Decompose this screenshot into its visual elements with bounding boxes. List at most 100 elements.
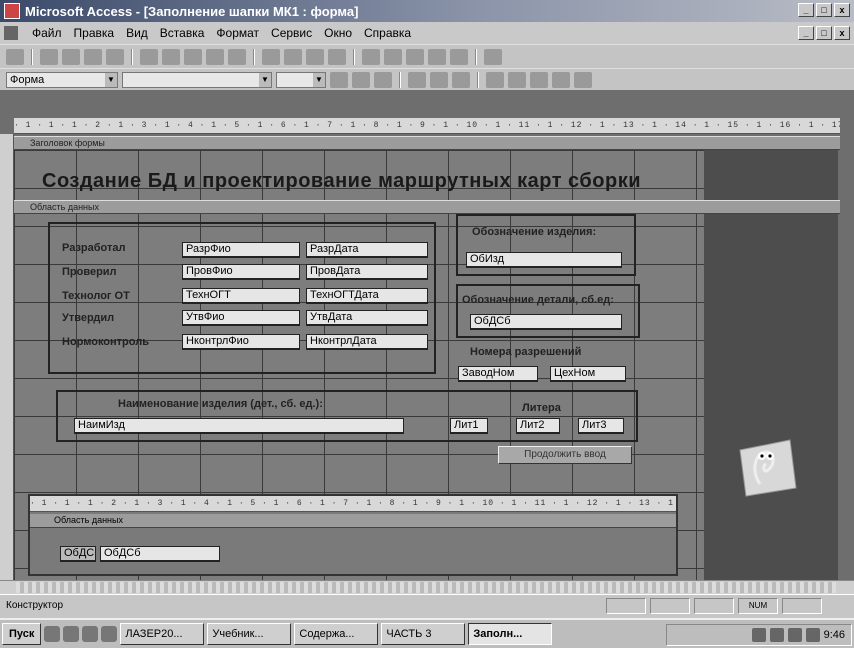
doc-maximize-button[interactable]: □ (816, 26, 832, 40)
scrollbar-thumb[interactable] (16, 582, 836, 593)
special-effect-icon[interactable] (574, 71, 592, 88)
normcontrol-label[interactable]: Нормоконтроль (62, 336, 149, 348)
title-bar[interactable]: Microsoft Access - [Заполнение шапки МК1… (0, 0, 854, 22)
product-name-label[interactable]: Наименование изделия (дет., сб. ед.): (118, 398, 323, 410)
close-button[interactable]: x (834, 3, 850, 17)
spelling-icon[interactable] (106, 48, 124, 65)
horizontal-scrollbar[interactable] (0, 580, 854, 594)
detail-section-bar[interactable]: Область данных (14, 200, 840, 214)
tehn-ogt-data-field[interactable]: ТехнОГТДата (306, 288, 428, 304)
office-assistant-icon[interactable] (720, 430, 800, 500)
chevron-down-icon[interactable]: ▼ (259, 72, 271, 87)
outlook-icon[interactable] (63, 626, 80, 642)
part-designation-label[interactable]: Обозначение детали, сб.ед: (462, 294, 614, 306)
underline-icon[interactable] (374, 71, 392, 88)
clock[interactable]: 9:46 (824, 629, 845, 641)
subform-obdsb-label[interactable]: ОбДСб (60, 546, 96, 562)
form-title-label[interactable]: Создание БД и проектирование маршрутных … (42, 170, 641, 193)
prov-fio-field[interactable]: ПровФио (182, 264, 300, 280)
horizontal-ruler[interactable]: · 1 · 1 · 1 · 2 · 1 · 3 · 1 · 4 · 1 · 5 … (14, 118, 840, 134)
subform-detail-section-bar[interactable]: Область данных (30, 514, 676, 528)
print-icon[interactable] (62, 48, 80, 65)
menu-window[interactable]: Окно (318, 26, 358, 40)
checked-label[interactable]: Проверил (62, 266, 117, 278)
help-icon[interactable] (484, 48, 502, 65)
minimize-button[interactable]: _ (798, 3, 814, 17)
tseh-nom-field[interactable]: ЦехНом (550, 366, 626, 382)
lit3-field[interactable]: Лит3 (578, 418, 624, 434)
nkontr-data-field[interactable]: НконтрлДата (306, 334, 428, 350)
italic-icon[interactable] (352, 71, 370, 88)
zavod-nom-field[interactable]: ЗаводНом (458, 366, 538, 382)
menu-file[interactable]: Файл (26, 26, 68, 40)
task-textbook[interactable]: Учебник... (207, 623, 292, 645)
builder-icon[interactable] (406, 48, 424, 65)
line-color-icon[interactable] (530, 71, 548, 88)
prov-data-field[interactable]: ПровДата (306, 264, 428, 280)
line-width-icon[interactable] (552, 71, 570, 88)
subform-control[interactable]: · 1 · 1 · 1 · 2 · 1 · 3 · 1 · 4 · 1 · 5 … (28, 494, 678, 576)
align-right-icon[interactable] (452, 71, 470, 88)
menu-format[interactable]: Формат (210, 26, 265, 40)
menu-view[interactable]: Вид (120, 26, 154, 40)
subform-obdsb-field[interactable]: ОбДСб (100, 546, 220, 562)
paste-icon[interactable] (184, 48, 202, 65)
menu-tools[interactable]: Сервис (265, 26, 318, 40)
menu-insert[interactable]: Вставка (154, 26, 211, 40)
save-icon[interactable] (40, 48, 58, 65)
start-button[interactable]: Пуск (2, 623, 42, 645)
task-laser[interactable]: ЛАЗЕР20... (120, 623, 205, 645)
task-contents[interactable]: Содержа... (294, 623, 379, 645)
litera-label[interactable]: Литера (522, 402, 561, 414)
bold-icon[interactable] (330, 71, 348, 88)
align-center-icon[interactable] (430, 71, 448, 88)
copy-icon[interactable] (162, 48, 180, 65)
database-window-icon[interactable] (428, 48, 446, 65)
nkontr-fio-field[interactable]: НконтрлФио (182, 334, 300, 350)
tehn-ogt-field[interactable]: ТехнОГТ (182, 288, 300, 304)
new-object-icon[interactable] (450, 48, 468, 65)
form-document-icon[interactable] (4, 26, 18, 40)
lit2-field[interactable]: Лит2 (516, 418, 560, 434)
toolbox-icon[interactable] (306, 48, 324, 65)
network-icon[interactable] (787, 628, 802, 642)
properties-icon[interactable] (384, 48, 402, 65)
maximize-button[interactable]: □ (816, 3, 832, 17)
view-icon[interactable] (6, 48, 24, 65)
razr-fio-field[interactable]: РазрФио (182, 242, 300, 258)
channels-icon[interactable] (101, 626, 118, 642)
developed-label[interactable]: Разработал (62, 242, 125, 254)
chevron-down-icon[interactable]: ▼ (313, 72, 325, 87)
language-icon[interactable] (751, 628, 766, 642)
product-designation-label[interactable]: Обозначение изделия: (472, 226, 596, 238)
print-preview-icon[interactable] (84, 48, 102, 65)
tech-label[interactable]: Технолог ОТ (62, 290, 130, 302)
razr-data-field[interactable]: РазрДата (306, 242, 428, 258)
ie-icon[interactable] (44, 626, 61, 642)
approved-label[interactable]: Утвердил (62, 312, 114, 324)
proceed-button[interactable]: Продолжить ввод (498, 446, 632, 464)
obdsb-field[interactable]: ОбДСб (470, 314, 622, 330)
fill-color-icon[interactable] (486, 71, 504, 88)
desktop-icon[interactable] (82, 626, 99, 642)
font-size-selector[interactable]: ▼ (276, 71, 326, 88)
menu-help[interactable]: Справка (358, 26, 417, 40)
task-access-form[interactable]: Заполн... (468, 623, 553, 645)
menu-edit[interactable]: Правка (68, 26, 121, 40)
cut-icon[interactable] (140, 48, 158, 65)
volume-icon[interactable] (769, 628, 784, 642)
naim-izd-field[interactable]: НаимИзд (74, 418, 404, 434)
utv-data-field[interactable]: УтвДата (306, 310, 428, 326)
undo-icon[interactable] (228, 48, 246, 65)
autoformat-icon[interactable] (328, 48, 346, 65)
align-left-icon[interactable] (408, 71, 426, 88)
form-header-section-bar[interactable]: Заголовок формы (14, 136, 840, 150)
format-painter-icon[interactable] (206, 48, 224, 65)
permit-numbers-label[interactable]: Номера разрешений (470, 346, 581, 358)
font-name-selector[interactable]: ▼ (122, 71, 272, 88)
field-list-icon[interactable] (284, 48, 302, 65)
doc-minimize-button[interactable]: _ (798, 26, 814, 40)
obizd-field[interactable]: ОбИзд (466, 252, 622, 268)
utv-fio-field[interactable]: УтвФио (182, 310, 300, 326)
antivirus-icon[interactable] (805, 628, 820, 642)
